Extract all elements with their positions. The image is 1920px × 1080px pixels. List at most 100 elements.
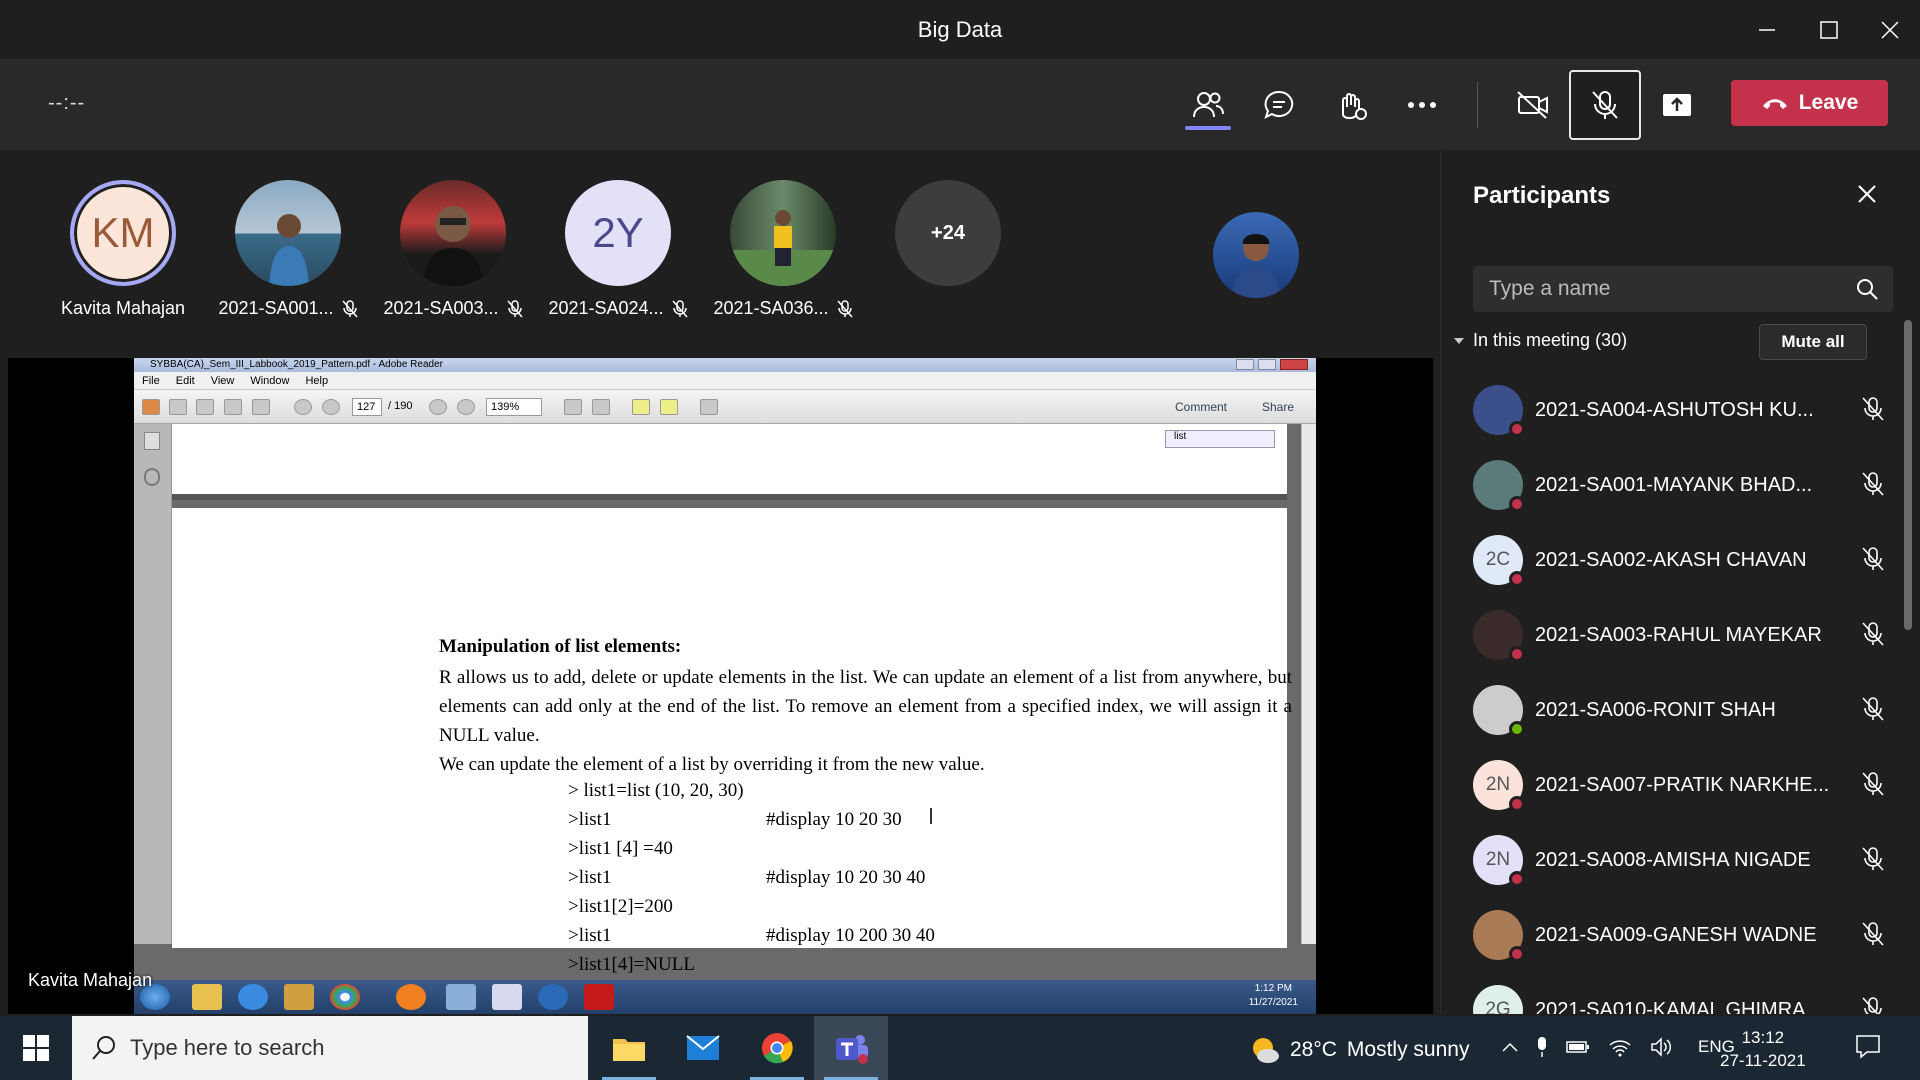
reader-maximize-button[interactable] (1258, 359, 1276, 370)
maximize-button[interactable] (1799, 0, 1859, 60)
participant-list: 2021-SA004-ASHUTOSH KU... 2021-SA001-MAYA… (1441, 372, 1901, 1014)
open-icon[interactable] (169, 399, 187, 415)
close-icon (1858, 185, 1876, 203)
participant-search-input[interactable]: Type a name (1473, 266, 1893, 312)
participant-tile[interactable]: 2Y 2021-SA024... (543, 180, 693, 319)
close-window-button[interactable] (1860, 0, 1920, 60)
find-box[interactable]: list (1165, 430, 1275, 448)
share-button[interactable]: Share (1262, 400, 1294, 414)
taskbar-teams[interactable] (814, 1016, 888, 1080)
participant-row[interactable]: 2021-SA009-GANESH WADNE (1473, 907, 1893, 963)
page-up-icon[interactable] (294, 399, 312, 415)
participant-row[interactable]: 2G 2021-SA010-KAMAL GHIMRA (1473, 982, 1893, 1014)
participants-button[interactable] (1177, 74, 1239, 136)
zoom-in-icon[interactable] (457, 399, 475, 415)
maximize-icon (1820, 21, 1838, 39)
chat-button[interactable] (1248, 74, 1310, 136)
menu-help[interactable]: Help (305, 375, 328, 387)
close-panel-button[interactable] (1853, 180, 1881, 208)
self-video-tile[interactable] (1080, 160, 1430, 345)
camera-toggle-button[interactable] (1502, 74, 1564, 136)
participant-list-scrollbar[interactable] (1904, 320, 1912, 630)
wifi-icon[interactable] (1608, 1037, 1632, 1057)
participant-tile[interactable]: 2021-SA001... (213, 180, 363, 319)
page-down-icon[interactable] (322, 399, 340, 415)
leave-button[interactable]: Leave (1731, 80, 1888, 126)
create-pdf-icon[interactable] (142, 399, 160, 415)
code-line: >list1[4]=NULL (568, 954, 695, 975)
participant-tile[interactable]: 2021-SA003... (378, 180, 528, 319)
taskbar-clock[interactable]: 13:12 27-11-2021 (1720, 1026, 1806, 1072)
in-meeting-section-toggle[interactable]: In this meeting (30) (1453, 330, 1627, 351)
share-screen-button[interactable] (1646, 74, 1708, 136)
taskbar-chrome[interactable] (740, 1016, 814, 1080)
reader-close-button[interactable] (1280, 359, 1308, 370)
volume-icon[interactable] (1650, 1037, 1672, 1057)
overflow-participants-tile[interactable]: +24 (873, 180, 1023, 286)
taskbar-search-input[interactable]: Type here to search (72, 1016, 588, 1080)
weather-widget[interactable]: 28°C Mostly sunny (1250, 1035, 1469, 1065)
participant-tile[interactable]: 2021-SA036... (708, 180, 858, 319)
mic-off-icon (506, 299, 523, 317)
remote-ie-icon (238, 984, 268, 1010)
highlight-icon[interactable] (660, 399, 678, 415)
avatar (235, 180, 341, 286)
participant-avatar: 2N (1473, 835, 1525, 887)
attachments-icon[interactable] (144, 468, 160, 486)
folder-icon (613, 1039, 645, 1061)
start-button[interactable] (0, 1016, 72, 1080)
participant-row[interactable]: 2021-SA001-MAYANK BHAD... (1473, 457, 1893, 513)
participant-tile[interactable]: KM Kavita Mahajan (48, 180, 198, 319)
save-icon[interactable] (196, 399, 214, 415)
participant-row[interactable]: 2C 2021-SA002-AKASH CHAVAN (1473, 532, 1893, 588)
reader-minimize-button[interactable] (1236, 359, 1254, 370)
menu-view[interactable]: View (211, 375, 235, 387)
participant-row[interactable]: 2021-SA003-RAHUL MAYEKAR (1473, 607, 1893, 663)
sun-cloud-icon (1253, 1038, 1279, 1063)
zoom-out-icon[interactable] (429, 399, 447, 415)
menu-window[interactable]: Window (250, 375, 289, 387)
avatar-initials: 2C (1485, 549, 1511, 570)
code-line: >list1[2]=200 (568, 896, 673, 917)
fit-width-icon[interactable] (592, 399, 610, 415)
pdf-page-previous: list (172, 424, 1287, 500)
minimize-button[interactable] (1737, 0, 1797, 60)
remote-taskbar: 1:12 PM 11/27/2021 (134, 980, 1316, 1014)
taskbar-file-explorer[interactable] (592, 1016, 666, 1080)
presenter-name: Kavita Mahajan (28, 970, 153, 990)
comment-button[interactable]: Comment (1175, 400, 1227, 414)
fit-page-icon[interactable] (564, 399, 582, 415)
microphone-icon[interactable] (1536, 1036, 1548, 1058)
avatar: KM (70, 180, 176, 286)
participant-mic-status (1861, 921, 1885, 947)
pdf-page-current: Manipulation of list elements: R allows … (172, 508, 1292, 975)
chevron-up-icon[interactable] (1502, 1042, 1518, 1052)
menu-file[interactable]: File (142, 375, 160, 387)
notifications-button[interactable] (1855, 1034, 1881, 1060)
reader-scrollbar[interactable] (1301, 424, 1316, 944)
code-line: >list1 (568, 867, 612, 888)
participant-name: 2021-SA036... (713, 298, 829, 318)
email-icon[interactable] (252, 399, 270, 415)
reactions-button[interactable] (1320, 74, 1382, 136)
people-icon (1193, 92, 1224, 118)
expand-icon[interactable] (700, 399, 718, 415)
comment-icon[interactable] (632, 399, 650, 415)
participant-row[interactable]: 2021-SA006-RONIT SHAH (1473, 682, 1893, 738)
more-actions-button[interactable] (1391, 74, 1453, 136)
zoom-select[interactable]: 139% (486, 398, 542, 416)
battery-icon[interactable] (1566, 1040, 1590, 1054)
remote-explorer-icon (192, 984, 222, 1010)
participant-name: 2021-SA004-ASHUTOSH KU... (1535, 398, 1814, 421)
mute-all-button[interactable]: Mute all (1759, 324, 1867, 360)
page-number-input[interactable]: 127 (352, 398, 382, 416)
menu-edit[interactable]: Edit (176, 375, 195, 387)
remote-chrome-icon (330, 984, 360, 1010)
print-icon[interactable] (224, 399, 242, 415)
participant-row[interactable]: 2N 2021-SA008-AMISHA NIGADE (1473, 832, 1893, 888)
taskbar-mail[interactable] (666, 1016, 740, 1080)
participant-row[interactable]: 2N 2021-SA007-PRATIK NARKHE... (1473, 757, 1893, 813)
participant-row[interactable]: 2021-SA004-ASHUTOSH KU... (1473, 382, 1893, 438)
mic-toggle-button[interactable] (1569, 70, 1641, 140)
pages-icon[interactable] (144, 432, 160, 450)
